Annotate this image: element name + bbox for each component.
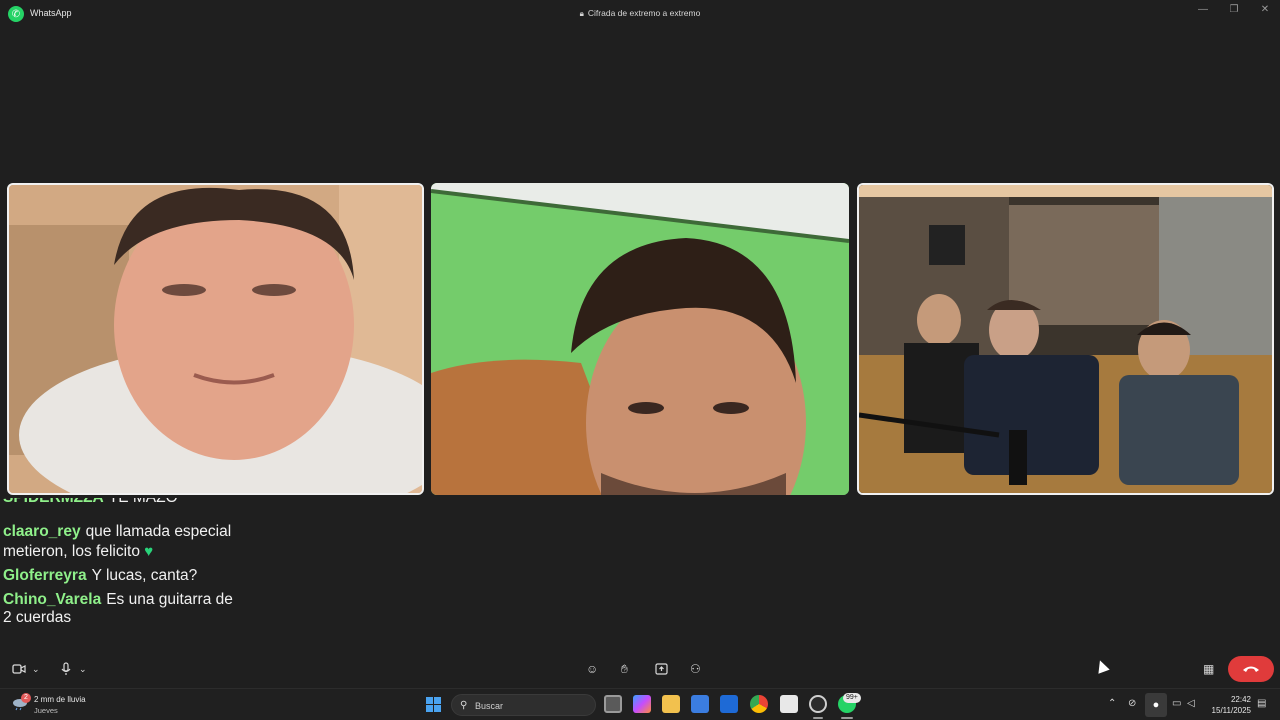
camera-off-icon[interactable]: ⊘ [1128, 698, 1136, 709]
video-tile-participant-3[interactable] [857, 183, 1274, 495]
raise-hand-icon: ✋︎ [621, 661, 628, 676]
chat-text: TE MAZO [109, 498, 178, 506]
close-button[interactable]: ✕ [1250, 4, 1280, 20]
video-icon [12, 664, 26, 674]
chat-username: SPIDERMZZA [3, 498, 104, 506]
taskbar-search-box[interactable]: ⚲ Buscar [451, 694, 596, 716]
end-call-button[interactable] [1228, 656, 1274, 682]
raise-hand-button[interactable]: ✋︎ [621, 660, 628, 678]
encryption-text: Cifrada de extremo a extremo [587, 8, 701, 18]
outlook-icon[interactable] [720, 695, 738, 713]
search-icon: ⚲ [460, 700, 468, 711]
weather-day: Jueves [34, 706, 58, 715]
chevron-down-icon: ⌄ [79, 663, 87, 674]
weather-badge: 2 [21, 693, 31, 703]
chat-message: claaro_rey que llamada especial [3, 522, 253, 541]
obs-icon[interactable] [809, 695, 827, 713]
share-screen-button[interactable] [655, 660, 668, 678]
mic-toggle-button[interactable] [60, 660, 72, 678]
lock-icon: 🔒︎ [579, 9, 584, 18]
windows-start-button[interactable] [426, 697, 441, 712]
clock-date[interactable]: 15/11/2025 [1203, 706, 1251, 715]
minimize-button[interactable]: — [1188, 4, 1218, 20]
chat-text: Y lucas, canta? [91, 567, 198, 584]
clock-time[interactable]: 22:42 [1209, 695, 1251, 704]
green-heart-icon: ♥ [144, 543, 154, 560]
chat-message-continued: metieron, los felicito ♥ [3, 542, 253, 561]
maximize-button[interactable]: ❐ [1219, 4, 1249, 20]
title-bar: ✆ WhatsApp 🔒︎ Cifrada de extremo a extrem… [0, 0, 1280, 28]
chat-message: Chino_Varela Es una guitarra de [3, 590, 253, 609]
active-app-indicator [841, 717, 853, 719]
microsoft-store-icon[interactable] [691, 695, 709, 713]
emoji-icon: ☺ [586, 662, 599, 676]
active-app-indicator [813, 717, 823, 719]
document-icon[interactable] [780, 695, 798, 713]
task-view-icon[interactable] [604, 695, 622, 713]
microphone-in-use-icon[interactable]: ● [1145, 693, 1167, 717]
volume-icon[interactable]: ◁ [1187, 698, 1195, 709]
encryption-label: 🔒︎ Cifrada de extremo a extremo [0, 8, 1280, 19]
chat-text: 2 cuerdas [3, 609, 72, 626]
reactions-button[interactable]: ☺ [586, 660, 598, 678]
chrome-icon[interactable] [750, 695, 768, 713]
layout-button[interactable]: ▦ [1203, 660, 1214, 678]
notification-badge: 99+ [843, 693, 861, 703]
chat-overlay: SPIDERMZZA TE MAZO claaro_reyque llamada … [3, 498, 253, 648]
video-tile-participant-1[interactable] [7, 183, 424, 495]
share-screen-icon [655, 663, 668, 675]
chat-text: que llamada especial [85, 523, 232, 540]
grid-layout-icon: ▦ [1203, 662, 1215, 676]
add-participant-button[interactable]: ⚇ [690, 660, 701, 678]
windows-taskbar: 2 2 mm de lluvia Jueves ⚲ Buscar 99+ ⌃ ⊘… [0, 688, 1280, 720]
notifications-icon[interactable]: ▤ [1257, 698, 1266, 709]
file-explorer-icon[interactable] [662, 695, 680, 713]
mic-icon [61, 662, 71, 675]
chat-username: claaro_rey [3, 523, 81, 540]
chat-message: SPIDERMZZA TE MAZO [3, 498, 253, 507]
chat-username: Chino_Varela [3, 591, 102, 608]
camera-toggle-button[interactable] [12, 660, 26, 678]
chat-message: Gloferreyra Y lucas, canta? [3, 566, 253, 585]
camera-options-button[interactable]: ⌄ [32, 660, 40, 678]
chat-text: Es una guitarra de [106, 591, 233, 608]
chat-username: Gloferreyra [3, 567, 87, 584]
weather-text[interactable]: 2 mm de lluvia [34, 695, 86, 704]
hang-up-icon [1243, 666, 1259, 672]
search-placeholder: Buscar [475, 701, 504, 711]
network-icon[interactable]: ▭ [1172, 698, 1181, 709]
chevron-up-icon[interactable]: ⌃ [1108, 698, 1116, 709]
participant-2-video [431, 183, 849, 495]
add-participant-icon: ⚇ [690, 662, 701, 676]
chevron-down-icon: ⌄ [32, 663, 40, 674]
mic-options-button[interactable]: ⌄ [79, 660, 87, 678]
chat-text: metieron, los felicito [3, 543, 140, 560]
participant-1-video [9, 185, 422, 493]
call-controls-bar: ⌄ ⌄ ☺ ✋︎ ⚇ ▦ [0, 650, 1280, 688]
participant-3-video [859, 185, 1272, 493]
chat-message-continued: 2 cuerdas [3, 608, 253, 627]
copilot-icon[interactable] [633, 695, 651, 713]
video-tile-participant-2[interactable] [431, 183, 849, 495]
